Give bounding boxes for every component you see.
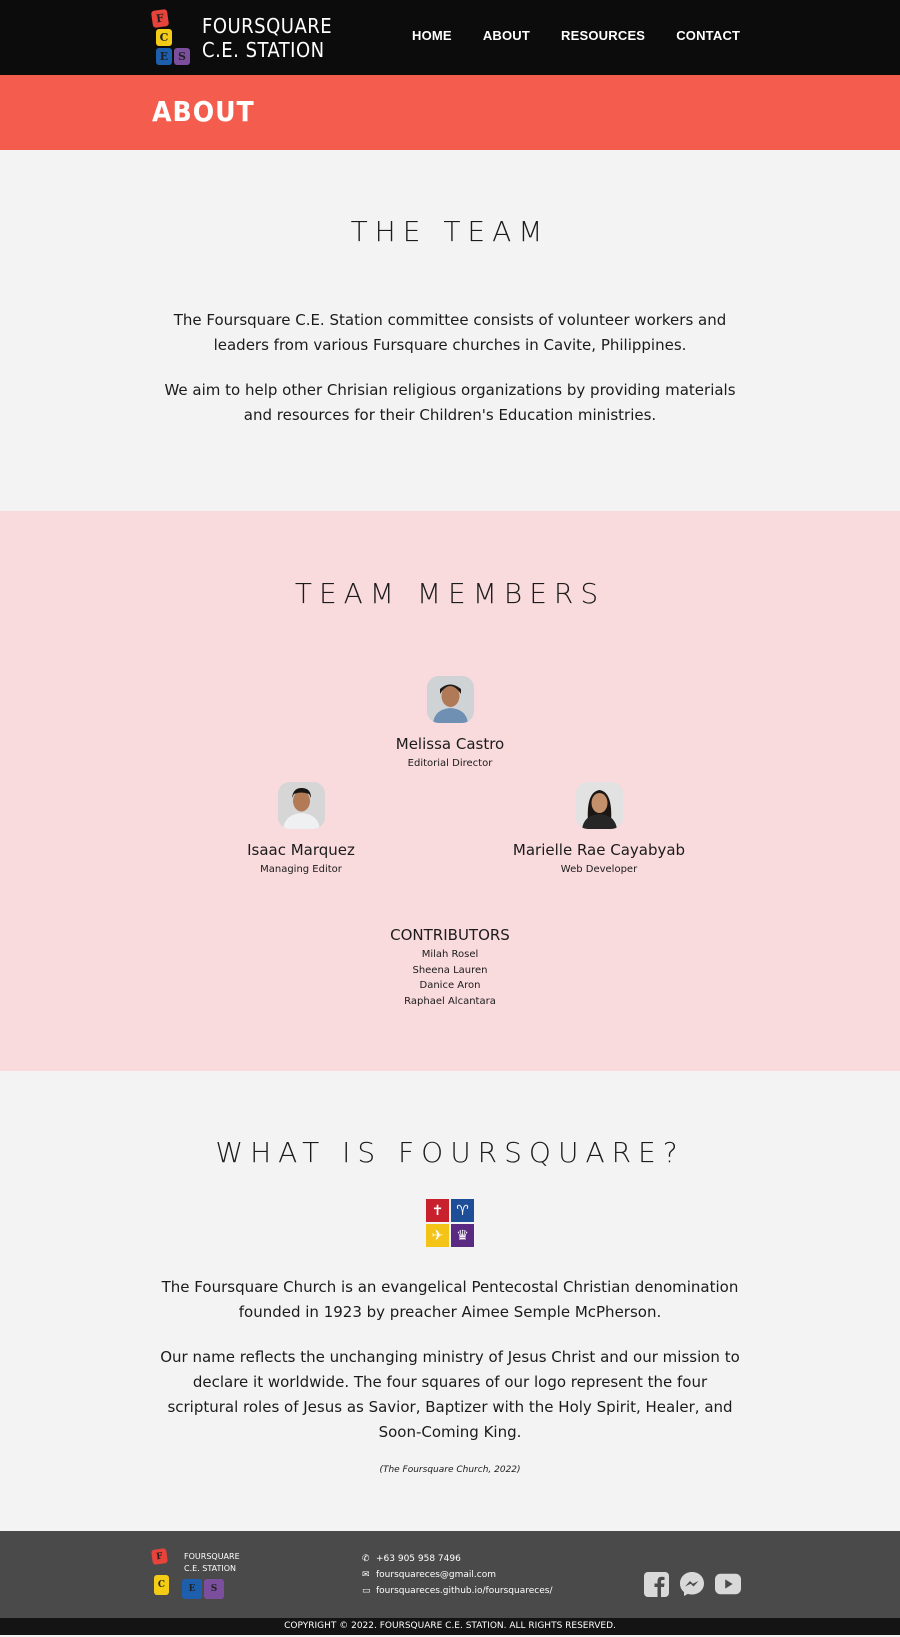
member-role: Managing Editor [260,864,342,875]
member-role: Web Developer [560,864,638,875]
footer-logo-line2: C.E. STATION [184,1564,236,1573]
page-title: ABOUT [152,95,255,128]
member-name: Isaac Marquez [247,841,355,859]
nav-about[interactable]: ABOUT [483,28,530,43]
contributors: CONTRIBUTORS Milah Rosel Sheena Lauren D… [0,926,900,1009]
youtube-icon[interactable] [715,1571,741,1597]
logo-line1: FOURSQUARE [202,14,333,38]
contributor-name: Sheena Lauren [412,964,488,976]
site-footer: F C FOURSQUARE C.E. STATION E S ✆ +63 905… [0,1531,900,1618]
team-paragraph-1: The Foursquare C.E. Station committee co… [173,311,727,354]
members-title: TEAM MEMBERS [294,577,606,610]
footer-logo-blocks-2: E S [182,1579,240,1599]
logo-block-f: F [150,8,170,29]
logo-line2: C.E. STATION [202,38,325,62]
contributors-title: CONTRIBUTORS [390,926,510,944]
member-card: Marielle Rae Cayabyab Web Developer [469,782,729,875]
member-name: Melissa Castro [395,735,505,753]
main-nav: HOME ABOUT RESOURCES CONTACT [412,28,771,43]
footer-logo-line1: FOURSQUARE [184,1552,240,1561]
footer-logo-text-wrap: FOURSQUARE C.E. STATION E S [180,1547,240,1599]
phone-icon: ✆ [362,1554,370,1564]
logo-text: FOURSQUARE C.E. STATION [202,14,332,62]
team-section: THE TEAM The Foursquare C.E. Station com… [0,150,900,511]
member-role: Editorial Director [407,758,493,769]
dove-icon: ✈ [426,1224,449,1247]
footer-logo-block-e: E [182,1579,202,1599]
navbar: F C E S FOURSQUARE C.E. STATION HOME ABO… [0,0,900,75]
site-logo[interactable]: F C E S FOURSQUARE C.E. STATION [150,8,332,66]
foursquare-paragraph-1: The Foursquare Church is an evangelical … [161,1278,739,1321]
nav-resources[interactable]: RESOURCES [561,28,645,43]
avatar [277,782,325,829]
foursquare-paragraph-2: Our name reflects the unchanging ministr… [160,1348,740,1441]
phone-text: +63 905 958 7496 [376,1554,461,1564]
contributor-name: Danice Aron [419,980,481,991]
logo-blocks: F C E S [150,8,192,66]
member-name: Marielle Rae Cayabyab [512,841,686,859]
footer-logo-blocks: F C [151,1547,180,1595]
footer-logo-block-f: F [151,1548,168,1565]
logo-block-e: E [156,48,172,65]
messenger-icon[interactable] [679,1571,705,1597]
member-card: Melissa Castro Editorial Director [320,676,580,769]
foursquare-church-logo: ✝ ♈ ✈ ♛ [426,1199,474,1247]
envelope-icon: ✉ [362,1570,370,1580]
laptop-icon: ▭ [362,1586,371,1596]
logo-block-c: C [156,29,172,46]
contributor-name: Raphael Alcantara [404,995,496,1007]
social-links [643,1571,751,1597]
members-section: TEAM MEMBERS Melissa Castro Editorial Di… [0,511,900,1071]
team-title: THE TEAM [350,215,550,248]
avatar [426,676,474,723]
citation: (The Foursquare Church, 2022) [379,1465,521,1475]
facebook-icon[interactable] [643,1571,669,1597]
contributor-name: Milah Rosel [421,949,479,960]
crown-icon: ♛ [451,1224,474,1247]
footer-email[interactable]: ✉ foursquareces@gmail.com [362,1567,552,1583]
footer-logo[interactable]: F C FOURSQUARE C.E. STATION E S [151,1547,240,1599]
email-text: foursquareces@gmail.com [376,1570,496,1580]
nav-contact[interactable]: CONTACT [676,28,740,43]
foursquare-section: WHAT IS FOURSQUARE? ✝ ♈ ✈ ♛ The Foursqua… [0,1071,900,1531]
cup-icon: ♈ [451,1199,474,1222]
copyright: COPYRIGHT © 2022. FOURSQUARE C.E. STATIO… [0,1618,900,1635]
member-card: Isaac Marquez Managing Editor [171,782,431,875]
footer-logo-block-s: S [204,1579,224,1599]
cross-icon: ✝ [426,1199,449,1222]
footer-contact: ✆ +63 905 958 7496 ✉ foursquareces@gmail.c… [362,1551,552,1599]
footer-logo-text: FOURSQUARE C.E. STATION [184,1551,240,1575]
footer-phone[interactable]: ✆ +63 905 958 7496 [362,1551,552,1567]
footer-logo-block-c: C [154,1575,169,1595]
foursquare-title: WHAT IS FOURSQUARE? [215,1136,685,1169]
footer-website[interactable]: ▭ foursquareces.github.io/foursquareces/ [362,1583,552,1599]
logo-block-s: S [174,48,190,65]
nav-home[interactable]: HOME [412,28,452,43]
page-banner: ABOUT [0,75,900,150]
website-text: foursquareces.github.io/foursquareces/ [376,1586,553,1596]
avatar [575,782,623,829]
site-header: F C E S FOURSQUARE C.E. STATION HOME ABO… [0,0,900,150]
contributors-list: Milah Rosel Sheena Lauren Danice Aron Ra… [0,947,900,1009]
team-paragraph-2: We aim to help other Chrisian religious … [164,381,736,424]
